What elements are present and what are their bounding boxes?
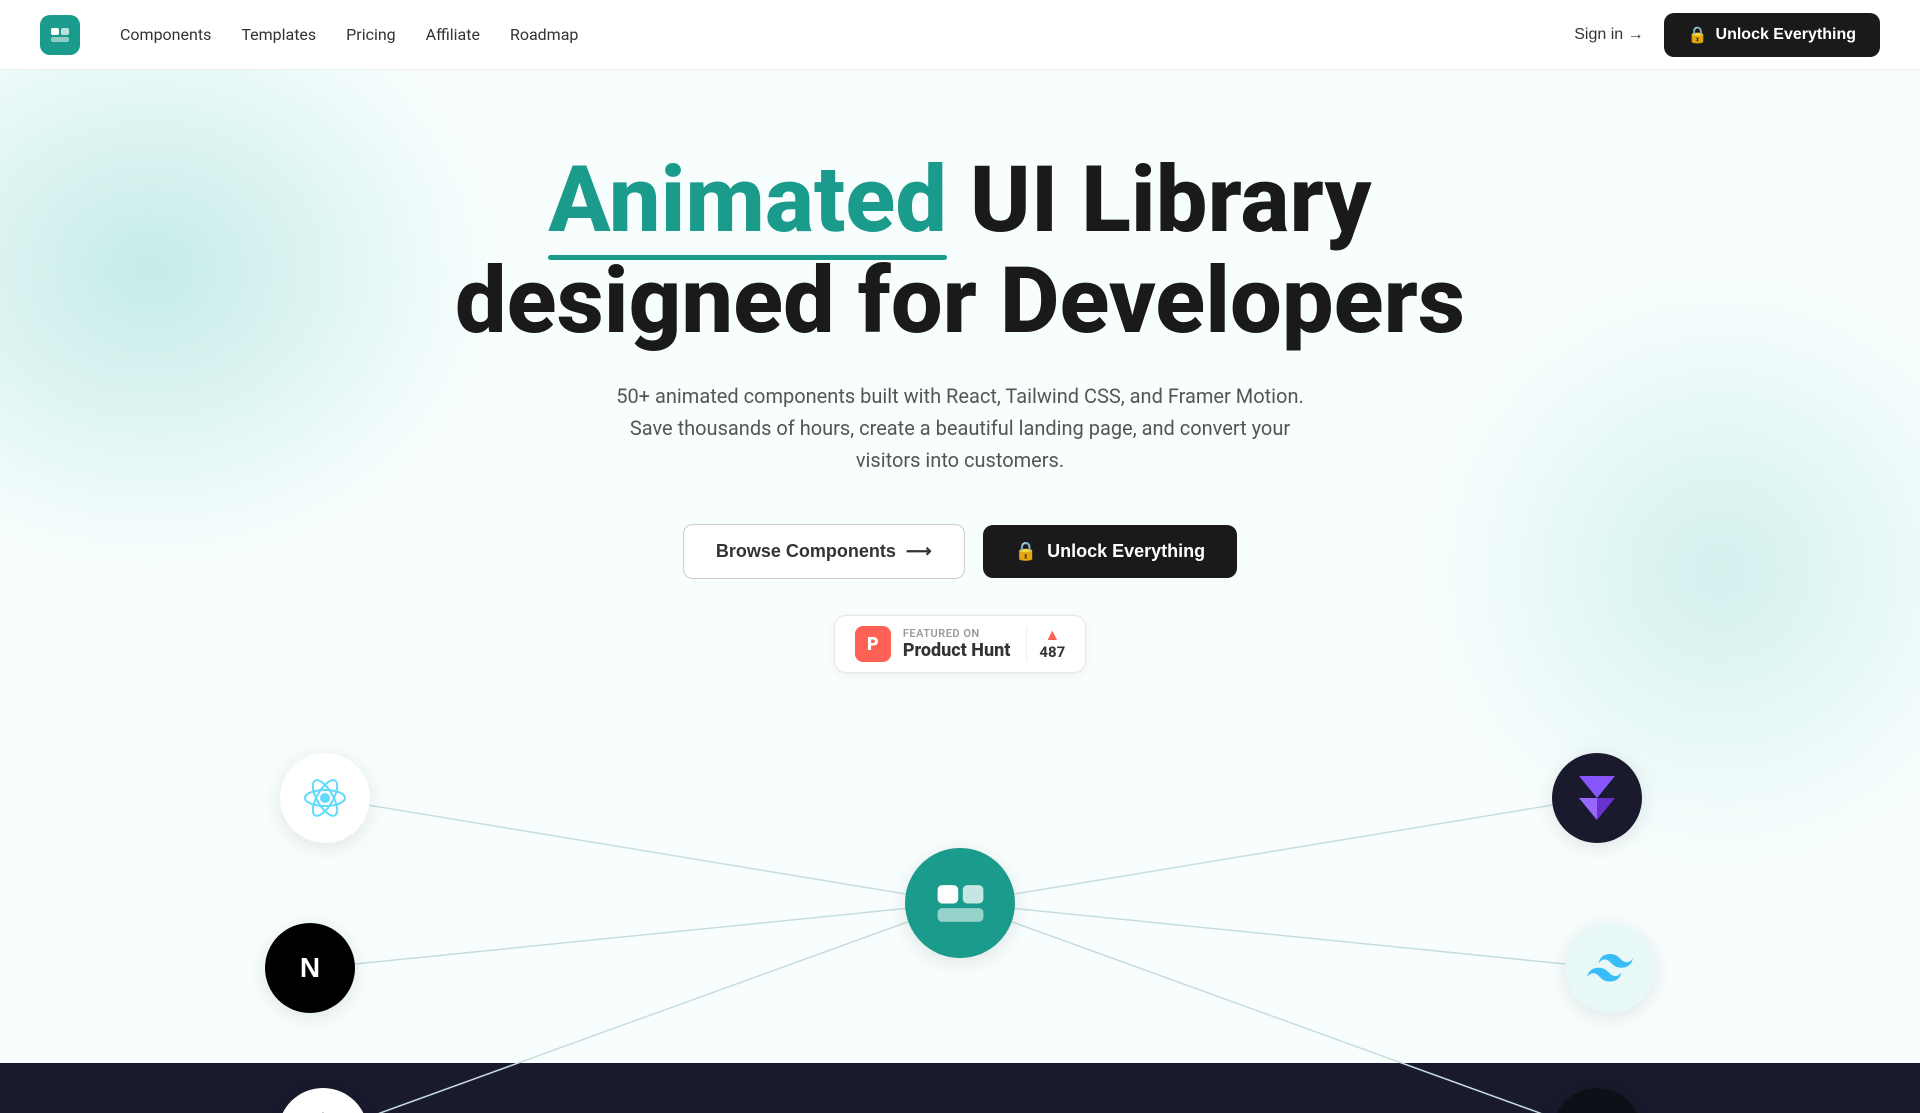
browse-components-button[interactable]: Browse Components ⟶	[683, 524, 965, 579]
unlock-button-hero[interactable]: 🔒 Unlock Everything	[983, 525, 1237, 578]
navbar-right: Sign in → 🔒 Unlock Everything	[1574, 13, 1880, 57]
tailwind-node	[1565, 923, 1655, 1013]
nav-components[interactable]: Components	[120, 25, 211, 44]
ph-logo: P	[855, 626, 891, 662]
hero-title-part2: UI Library	[947, 147, 1372, 254]
unlock-label-nav: Unlock Everything	[1716, 26, 1856, 44]
ph-upvote-arrow: ▲	[1044, 627, 1060, 643]
react-node	[280, 753, 370, 843]
product-hunt-badge[interactable]: P FEATURED ON Product Hunt ▲ 487	[834, 615, 1086, 673]
lock-icon-hero: 🔒	[1015, 541, 1037, 562]
sign-in-button[interactable]: Sign in →	[1574, 26, 1643, 44]
lock-icon-nav: 🔒	[1688, 25, 1708, 45]
navbar: Components Templates Pricing Affiliate R…	[0, 0, 1920, 70]
nav-roadmap[interactable]: Roadmap	[510, 25, 578, 44]
ph-vote-count: 487	[1039, 643, 1065, 661]
logo-wrap[interactable]	[40, 15, 80, 55]
hero-title-line2: designed for Developers	[455, 248, 1465, 355]
unlock-label-hero: Unlock Everything	[1047, 541, 1205, 562]
ph-featured-on-label: FEATURED ON	[903, 627, 1011, 640]
hero-title: Animated UI Library designed for Develop…	[455, 150, 1465, 352]
hero-title-animated: Animated	[548, 147, 947, 254]
nav-pricing[interactable]: Pricing	[346, 25, 396, 44]
hero-section: Animated UI Library designed for Develop…	[0, 70, 1920, 1113]
nav-templates[interactable]: Templates	[241, 25, 316, 44]
nav-links: Components Templates Pricing Affiliate R…	[120, 25, 578, 44]
ph-product-hunt-label: Product Hunt	[903, 640, 1011, 661]
browse-arrow-icon: ⟶	[906, 541, 932, 562]
framer-node	[1552, 753, 1642, 843]
ph-votes: ▲ 487	[1026, 627, 1065, 661]
hero-content: Animated UI Library designed for Develop…	[0, 70, 1920, 1113]
logo-icon	[40, 15, 80, 55]
ph-text: FEATURED ON Product Hunt	[903, 627, 1011, 661]
hero-subtitle: 50+ animated components built with React…	[610, 380, 1310, 476]
diagram-area: N	[0, 693, 1920, 1113]
unlock-button-nav[interactable]: 🔒 Unlock Everything	[1664, 13, 1880, 57]
hero-buttons: Browse Components ⟶ 🔒 Unlock Everything	[683, 524, 1237, 579]
navbar-left: Components Templates Pricing Affiliate R…	[40, 15, 578, 55]
nextjs-node: N	[265, 923, 355, 1013]
center-node	[905, 848, 1015, 958]
nav-affiliate[interactable]: Affiliate	[426, 25, 480, 44]
browse-label: Browse Components	[716, 541, 896, 562]
